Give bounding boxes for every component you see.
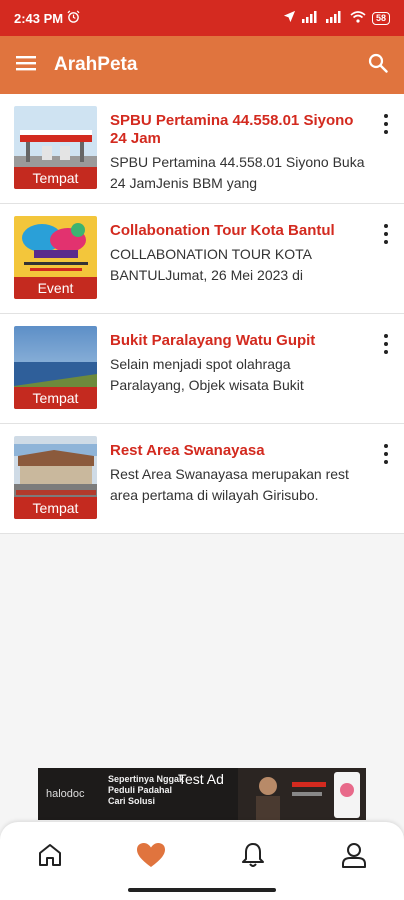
- item-content: SPBU Pertamina 44.558.01 Siyono 24 Jam S…: [110, 112, 368, 194]
- nav-notifications[interactable]: [236, 838, 270, 872]
- list-item[interactable]: Tempat Rest Area Swanayasa Rest Area Swa…: [0, 424, 404, 534]
- battery-icon: 58: [371, 11, 390, 25]
- ad-image: [238, 768, 366, 820]
- more-options-icon[interactable]: [380, 224, 392, 244]
- item-content: Rest Area Swanayasa Rest Area Swanayasa …: [110, 442, 368, 506]
- hamburger-menu-icon[interactable]: [16, 55, 36, 76]
- item-content: Bukit Paralayang Watu Gupit Selain menja…: [110, 332, 368, 396]
- item-description: Rest Area Swanayasa merupakan rest area …: [110, 466, 349, 503]
- bell-icon: [242, 843, 264, 867]
- item-tag: Tempat: [14, 497, 97, 519]
- nav-home[interactable]: [33, 838, 67, 872]
- item-thumbnail: Tempat: [14, 106, 97, 189]
- item-tag: Tempat: [14, 167, 97, 189]
- wifi-icon: [350, 10, 366, 26]
- item-content: Collabonation Tour Kota Bantul COLLABONA…: [110, 222, 368, 286]
- signal-icon: [301, 10, 320, 26]
- item-title: Rest Area Swanayasa: [110, 442, 265, 459]
- nav-profile[interactable]: [337, 838, 371, 872]
- item-title: Bukit Paralayang Watu Gupit: [110, 332, 316, 349]
- list-item[interactable]: Tempat SPBU Pertamina 44.558.01 Siyono 2…: [0, 94, 404, 204]
- item-description: COLLABONATION TOUR KOTA BANTULJumat, 26 …: [110, 246, 312, 283]
- item-thumbnail: Event: [14, 216, 97, 299]
- item-thumbnail: Tempat: [14, 326, 97, 409]
- nav-favorites[interactable]: [134, 838, 168, 872]
- item-tag: Tempat: [14, 387, 97, 409]
- location-arrow-icon: [283, 10, 296, 26]
- status-bar: 2:43 PM 58: [0, 0, 404, 36]
- list-item[interactable]: Event Collabonation Tour Kota Bantul COL…: [0, 204, 404, 314]
- signal-icon-2: [325, 10, 344, 26]
- user-icon: [342, 843, 366, 868]
- item-description: SPBU Pertamina 44.558.01 Siyono Buka 24 …: [110, 154, 365, 191]
- gesture-bar[interactable]: [128, 888, 276, 892]
- more-options-icon[interactable]: [380, 114, 392, 134]
- heart-icon: [137, 843, 165, 867]
- item-description: Selain menjadi spot olahraga Paralayang,…: [110, 356, 304, 393]
- ad-banner[interactable]: halodoc Sepertinya Nggak Peduli Padahal …: [38, 768, 366, 820]
- app-title: ArahPeta: [54, 54, 138, 75]
- app-bar: ArahPeta: [0, 36, 404, 94]
- home-icon: [39, 844, 61, 866]
- content-list: Tempat SPBU Pertamina 44.558.01 Siyono 2…: [0, 94, 404, 534]
- ad-label: Test Ad: [178, 771, 224, 787]
- ad-brand: halodoc: [46, 788, 85, 800]
- more-options-icon[interactable]: [380, 444, 392, 464]
- item-title: SPBU Pertamina 44.558.01 Siyono 24 Jam: [110, 112, 354, 147]
- item-thumbnail: Tempat: [14, 436, 97, 519]
- alarm-icon: [67, 10, 80, 26]
- list-item[interactable]: Tempat Bukit Paralayang Watu Gupit Selai…: [0, 314, 404, 424]
- status-time: 2:43 PM: [14, 10, 64, 26]
- more-options-icon[interactable]: [380, 334, 392, 354]
- item-title: Collabonation Tour Kota Bantul: [110, 222, 335, 239]
- ad-copy: Sepertinya Nggak Peduli Padahal Cari Sol…: [108, 774, 185, 806]
- search-icon[interactable]: [368, 53, 388, 78]
- item-tag: Event: [14, 277, 97, 299]
